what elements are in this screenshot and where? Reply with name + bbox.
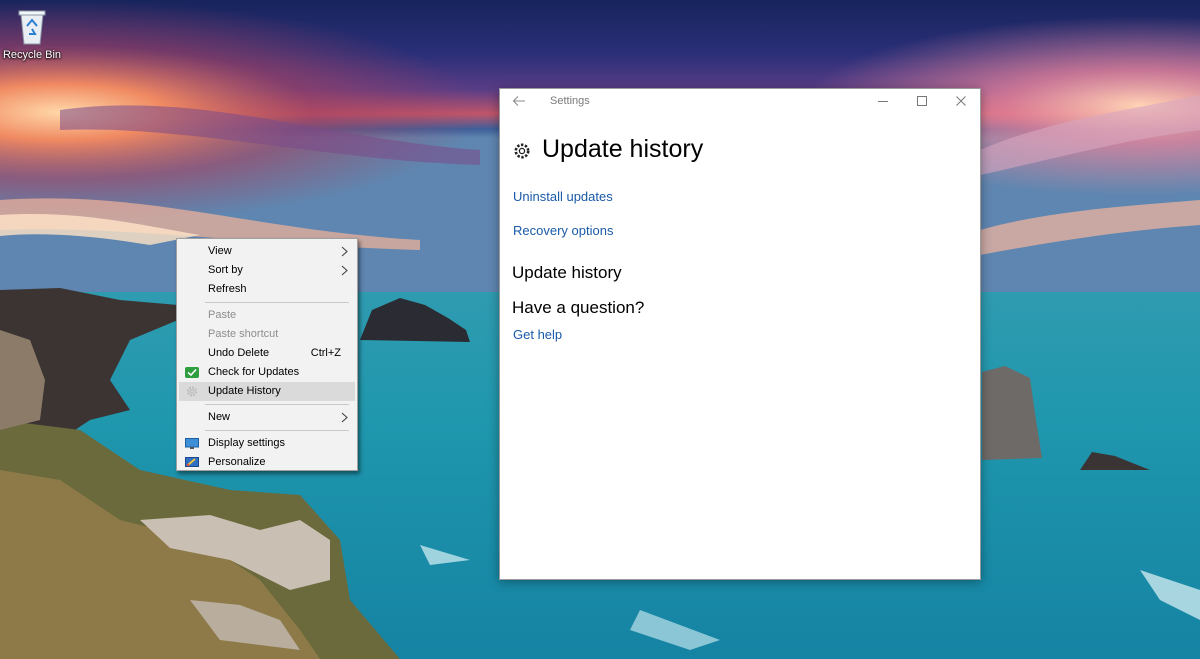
desktop-context-menu: View Sort by Refresh Paste Paste shortcu… xyxy=(176,238,358,471)
menu-item-paste-shortcut: Paste shortcut xyxy=(179,325,355,344)
update-history-heading: Update history xyxy=(512,263,622,283)
menu-item-label: Update History xyxy=(208,385,281,397)
menu-item-label: View xyxy=(208,245,232,257)
recycle-bin-shortcut[interactable]: Recycle Bin xyxy=(2,6,62,68)
chevron-right-icon xyxy=(341,412,349,423)
menu-item-view[interactable]: View xyxy=(179,242,355,261)
back-arrow-icon[interactable] xyxy=(512,94,526,108)
menu-item-shortcut: Ctrl+Z xyxy=(311,344,341,363)
gear-icon xyxy=(185,385,199,398)
menu-item-undo-delete[interactable]: Undo Delete Ctrl+Z xyxy=(179,344,355,363)
window-titlebar[interactable]: Settings xyxy=(500,89,980,115)
menu-item-label: Refresh xyxy=(208,283,247,295)
page-title: Update history xyxy=(542,135,703,164)
close-icon[interactable] xyxy=(955,95,967,107)
personalize-icon xyxy=(185,456,199,469)
menu-item-check-for-updates[interactable]: Check for Updates xyxy=(179,363,355,382)
recycle-bin-icon xyxy=(15,6,49,46)
menu-separator xyxy=(205,302,349,303)
menu-item-update-history[interactable]: Update History xyxy=(179,382,355,401)
window-title: Settings xyxy=(550,95,590,107)
menu-item-label: Paste shortcut xyxy=(208,328,278,340)
menu-item-label: Sort by xyxy=(208,264,243,276)
menu-item-label: Paste xyxy=(208,309,236,321)
menu-item-refresh[interactable]: Refresh xyxy=(179,280,355,299)
menu-item-paste: Paste xyxy=(179,306,355,325)
menu-item-label: Display settings xyxy=(208,437,285,449)
question-heading: Have a question? xyxy=(512,298,644,318)
menu-item-sort-by[interactable]: Sort by xyxy=(179,261,355,280)
recovery-options-link[interactable]: Recovery options xyxy=(513,223,613,238)
minimize-icon[interactable] xyxy=(877,95,889,107)
menu-item-new[interactable]: New xyxy=(179,408,355,427)
uninstall-updates-link[interactable]: Uninstall updates xyxy=(513,189,613,204)
menu-item-label: Personalize xyxy=(208,456,265,468)
gear-icon xyxy=(512,141,532,161)
menu-item-label: Undo Delete xyxy=(208,347,269,359)
menu-item-label: Check for Updates xyxy=(208,366,299,378)
settings-window: Settings Update history Uninstall update… xyxy=(499,88,981,580)
maximize-icon[interactable] xyxy=(916,95,928,107)
recycle-bin-label: Recycle Bin xyxy=(2,49,62,61)
display-icon xyxy=(185,437,199,450)
get-help-link[interactable]: Get help xyxy=(513,327,562,342)
menu-item-label: New xyxy=(208,411,230,423)
chevron-right-icon xyxy=(341,246,349,257)
chevron-right-icon xyxy=(341,265,349,276)
menu-separator xyxy=(205,404,349,405)
update-check-icon xyxy=(185,366,199,379)
menu-item-display-settings[interactable]: Display settings xyxy=(179,434,355,453)
menu-separator xyxy=(205,430,349,431)
menu-item-personalize[interactable]: Personalize xyxy=(179,453,355,472)
